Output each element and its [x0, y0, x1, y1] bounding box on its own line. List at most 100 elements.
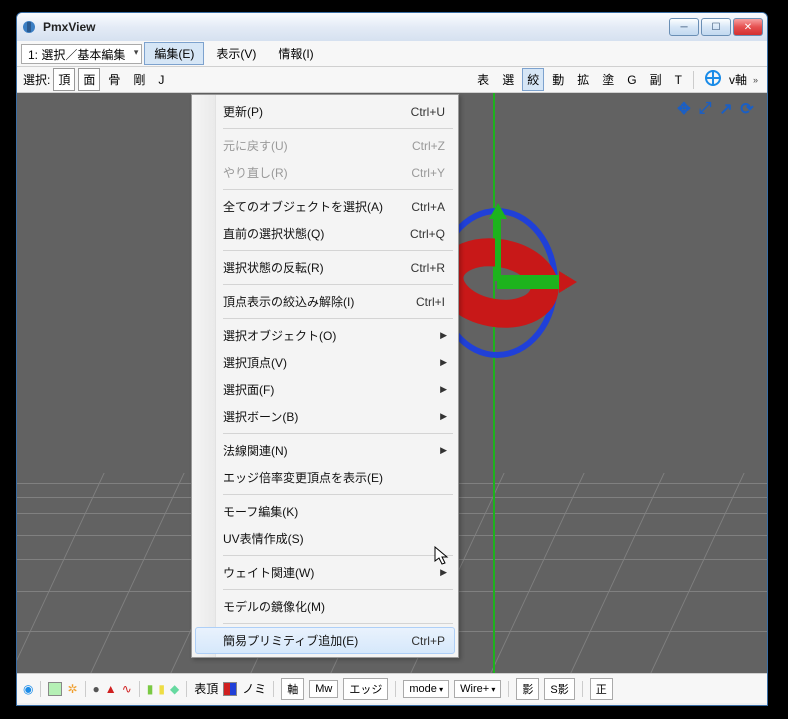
maximize-button[interactable]: ☐ — [701, 18, 731, 36]
tool-button-6[interactable]: G — [622, 70, 641, 90]
minimize-button[interactable]: ─ — [669, 18, 699, 36]
menu-item-label: エッジ倍率変更頂点を表示(E) — [223, 469, 383, 486]
status-bone2-icon[interactable]: ▮ — [158, 682, 165, 696]
menu-item-shortcut: Ctrl+P — [391, 634, 445, 648]
menu-item[interactable]: モデルの鏡像化(M) — [195, 593, 455, 620]
tool-button-2[interactable]: 絞 — [522, 68, 544, 91]
status-shadow-button[interactable]: 影 — [516, 678, 539, 700]
menu-item[interactable]: 頂点表示の絞込み解除(I)Ctrl+I — [195, 288, 455, 315]
status-nomi-label[interactable]: ノミ — [242, 680, 266, 697]
rotate-tool-icon[interactable]: ⟳ — [737, 99, 757, 119]
menu-item[interactable]: 法線関連(N)▶ — [195, 437, 455, 464]
tool-button-5[interactable]: 塗 — [597, 68, 619, 91]
menu-info[interactable]: 情報(I) — [268, 42, 323, 65]
status-bone3-icon[interactable]: ◆ — [170, 682, 179, 696]
tool-button-8[interactable]: T — [670, 70, 687, 90]
status-wire-button[interactable]: Wire+ — [454, 680, 501, 698]
menu-item-shortcut: Ctrl+A — [391, 200, 445, 214]
select-j-button[interactable]: J — [153, 70, 169, 90]
menu-separator — [223, 589, 453, 590]
select-rigid-button[interactable]: 剛 — [128, 68, 150, 91]
menu-item-label: UV表情作成(S) — [223, 530, 304, 547]
toolbar: 選択: 頂 面 骨 剛 J 表 選 絞 動 拡 塗 G 副 T v軸 » — [17, 67, 767, 93]
statusbar: ◉ ✲ ● ▲ ∿ ▮ ▮ ◆ 表頂 ノミ 軸 Mw エッジ mode Wire… — [17, 673, 767, 703]
status-colorpair[interactable] — [223, 682, 237, 696]
status-mode-button[interactable]: mode — [403, 680, 449, 698]
tool-button-3[interactable]: 動 — [547, 68, 569, 91]
menu-view[interactable]: 表示(V) — [206, 42, 266, 65]
status-bone-icon[interactable]: ▮ — [147, 682, 154, 696]
submenu-arrow-icon: ▶ — [440, 357, 447, 368]
submenu-arrow-icon: ▶ — [440, 567, 447, 578]
menu-item[interactable]: モーフ編集(K) — [195, 498, 455, 525]
menu-item[interactable]: 全てのオブジェクトを選択(A)Ctrl+A — [195, 193, 455, 220]
tool-button-4[interactable]: 拡 — [572, 68, 594, 91]
select-label: 選択: — [23, 71, 50, 88]
menu-item-label: ウェイト関連(W) — [223, 564, 314, 581]
status-edge-button[interactable]: エッジ — [343, 678, 388, 700]
tool-button-0[interactable]: 表 — [472, 68, 494, 91]
menu-item-label: 簡易プリミティブ追加(E) — [223, 632, 358, 649]
menu-item-shortcut: Ctrl+Q — [390, 227, 445, 241]
menu-item[interactable]: 選択頂点(V) ▶ — [195, 349, 455, 376]
menu-separator — [223, 318, 453, 319]
menu-item-shortcut: Ctrl+Z — [392, 139, 445, 153]
menu-item-label: 法線関連(N) — [223, 442, 288, 459]
submenu-arrow-icon: ▶ — [440, 330, 447, 341]
menu-item[interactable]: エッジ倍率変更頂点を表示(E) — [195, 464, 455, 491]
menu-item[interactable]: 更新(P)Ctrl+U — [195, 98, 455, 125]
menu-item-label: 選択ボーン(B) — [223, 408, 298, 425]
menu-edit[interactable]: 編集(E) — [144, 42, 204, 65]
status-sparkle-icon[interactable]: ✲ — [67, 682, 77, 696]
status-axis-button[interactable]: 軸 — [281, 678, 304, 700]
status-triangle-icon[interactable]: ▲ — [105, 682, 117, 696]
menu-item-label: モデルの鏡像化(M) — [223, 598, 325, 615]
menu-item: やり直し(R) Ctrl+Y — [195, 159, 455, 186]
menu-item[interactable]: 選択オブジェクト(O)▶ — [195, 322, 455, 349]
edit-menu-dropdown: 更新(P)Ctrl+U 元に戻す(U) Ctrl+Z やり直し(R) Ctrl+Y 全ての… — [191, 94, 459, 658]
move-xy-tool-icon[interactable]: ⤢ — [695, 99, 715, 119]
tool-button-7[interactable]: 副 — [645, 68, 667, 91]
manipulation-toolbar: ✥ ⤢ ↗ ⟳ — [674, 99, 757, 119]
menu-item[interactable]: 選択ボーン(B)▶ — [195, 403, 455, 430]
menu-separator — [223, 433, 453, 434]
grid-line — [570, 473, 664, 673]
app-window: PmxView ─ ☐ ✕ 1: 選択／基本編集 編集(E) 表示(V) 情報(… — [16, 12, 768, 706]
menu-item[interactable]: 選択面(F)▶ — [195, 376, 455, 403]
select-vertex-button[interactable]: 頂 — [53, 68, 75, 91]
menubar: 1: 選択／基本編集 編集(E) 表示(V) 情報(I) — [17, 41, 767, 67]
menu-item[interactable]: 選択状態の反転(R)Ctrl+R — [195, 254, 455, 281]
window-title: PmxView — [43, 20, 669, 34]
menu-item[interactable]: ウェイト関連(W) ▶ — [195, 559, 455, 586]
select-face-button[interactable]: 面 — [78, 68, 100, 91]
status-ortho-button[interactable]: 正 — [590, 678, 613, 700]
tool-button-1[interactable]: 選 — [497, 68, 519, 91]
status-sshadow-button[interactable]: S影 — [544, 678, 574, 700]
axis-globe-button[interactable] — [700, 67, 726, 92]
status-wave-icon[interactable]: ∿ — [122, 682, 132, 696]
menu-item[interactable]: UV表情作成(S) — [195, 525, 455, 552]
status-mw-button[interactable]: Mw — [309, 680, 338, 698]
status-vertex-label[interactable]: 表頂 — [194, 680, 218, 697]
menu-item-label: 直前の選択状態(Q) — [223, 225, 324, 242]
toolbar-overflow-icon[interactable]: » — [750, 75, 761, 85]
menu-item-shortcut: Ctrl+U — [391, 105, 445, 119]
globe-icon — [705, 70, 721, 86]
move-tool-icon[interactable]: ✥ — [674, 99, 694, 119]
menu-item-shortcut: Ctrl+Y — [391, 166, 445, 180]
status-dot2-icon[interactable]: ● — [93, 682, 100, 696]
menu-item-label: やり直し(R) — [223, 164, 288, 181]
menu-item-label: 選択頂点(V) — [223, 354, 287, 371]
grid-line — [490, 473, 584, 673]
mode-select[interactable]: 1: 選択／基本編集 — [21, 44, 142, 64]
menu-item-label: 選択状態の反転(R) — [223, 259, 324, 276]
titlebar[interactable]: PmxView ─ ☐ ✕ — [17, 13, 767, 41]
menu-item[interactable]: 直前の選択状態(Q) Ctrl+Q — [195, 220, 455, 247]
select-bone-button[interactable]: 骨 — [103, 68, 125, 91]
scale-tool-icon[interactable]: ↗ — [716, 99, 736, 119]
menu-item-label: 元に戻す(U) — [223, 137, 288, 154]
status-color-1[interactable] — [48, 682, 62, 696]
menu-item[interactable]: 簡易プリミティブ追加(E) Ctrl+P — [195, 627, 455, 654]
close-button[interactable]: ✕ — [733, 18, 763, 36]
status-dot-icon[interactable]: ◉ — [23, 682, 33, 696]
